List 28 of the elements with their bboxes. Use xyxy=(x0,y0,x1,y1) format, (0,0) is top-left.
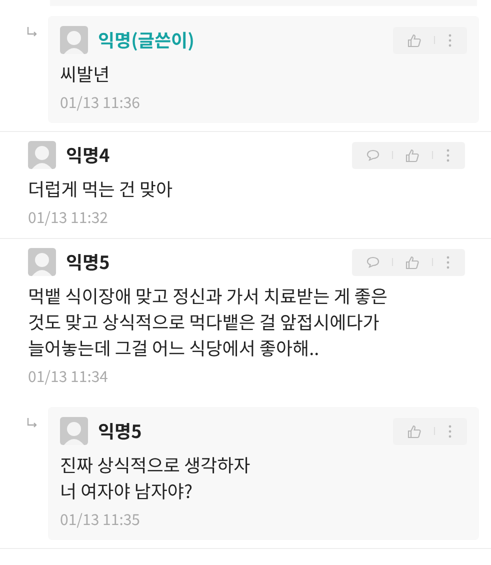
more-icon[interactable] xyxy=(445,148,451,162)
timestamp: 01/13 11:35 xyxy=(60,509,142,530)
comment-text: 씨발년 xyxy=(60,61,111,87)
author-name: 익명5 xyxy=(66,249,110,275)
avatar-icon xyxy=(60,417,88,445)
thumbs-up-icon[interactable] xyxy=(405,254,420,270)
thumbs-up-icon[interactable] xyxy=(407,424,422,438)
speech-bubble-icon[interactable] xyxy=(366,255,380,269)
comment-text: 먹뱉 식이장애 맞고 정신과 가서 치료받는 게 좋은 것도 맞고 상식적으로 먹다뱉은 걸 앞접시에다가 늘어놓는데 그걸 어느 식당에서 좋아해.. xyxy=(28,283,388,361)
comment-text: 진짜 상식적으로 생각하자 너 여자야 남자야? xyxy=(60,452,252,504)
timestamp: 01/13 11:32 xyxy=(28,207,110,228)
thumbs-up-icon[interactable] xyxy=(407,32,422,48)
speech-bubble-icon[interactable] xyxy=(366,148,380,162)
more-icon[interactable] xyxy=(447,424,453,438)
avatar-icon xyxy=(28,141,56,169)
timestamp: 01/13 11:36 xyxy=(60,92,142,113)
timestamp: 01/13 11:34 xyxy=(28,366,110,387)
avatar-icon xyxy=(60,26,88,54)
author-name: 익명4 xyxy=(66,142,110,168)
comment-text: 더럽게 먹는 건 맞아 xyxy=(28,176,174,202)
more-icon[interactable] xyxy=(445,254,451,270)
reply-arrow-icon xyxy=(26,26,38,38)
reply-arrow-icon xyxy=(26,417,38,429)
author-name: 익명5 xyxy=(98,418,142,444)
avatar-icon xyxy=(28,248,56,276)
author-name: 익명(글쓴이) xyxy=(98,27,194,53)
more-icon[interactable] xyxy=(447,32,453,48)
thumbs-up-icon[interactable] xyxy=(405,148,420,162)
